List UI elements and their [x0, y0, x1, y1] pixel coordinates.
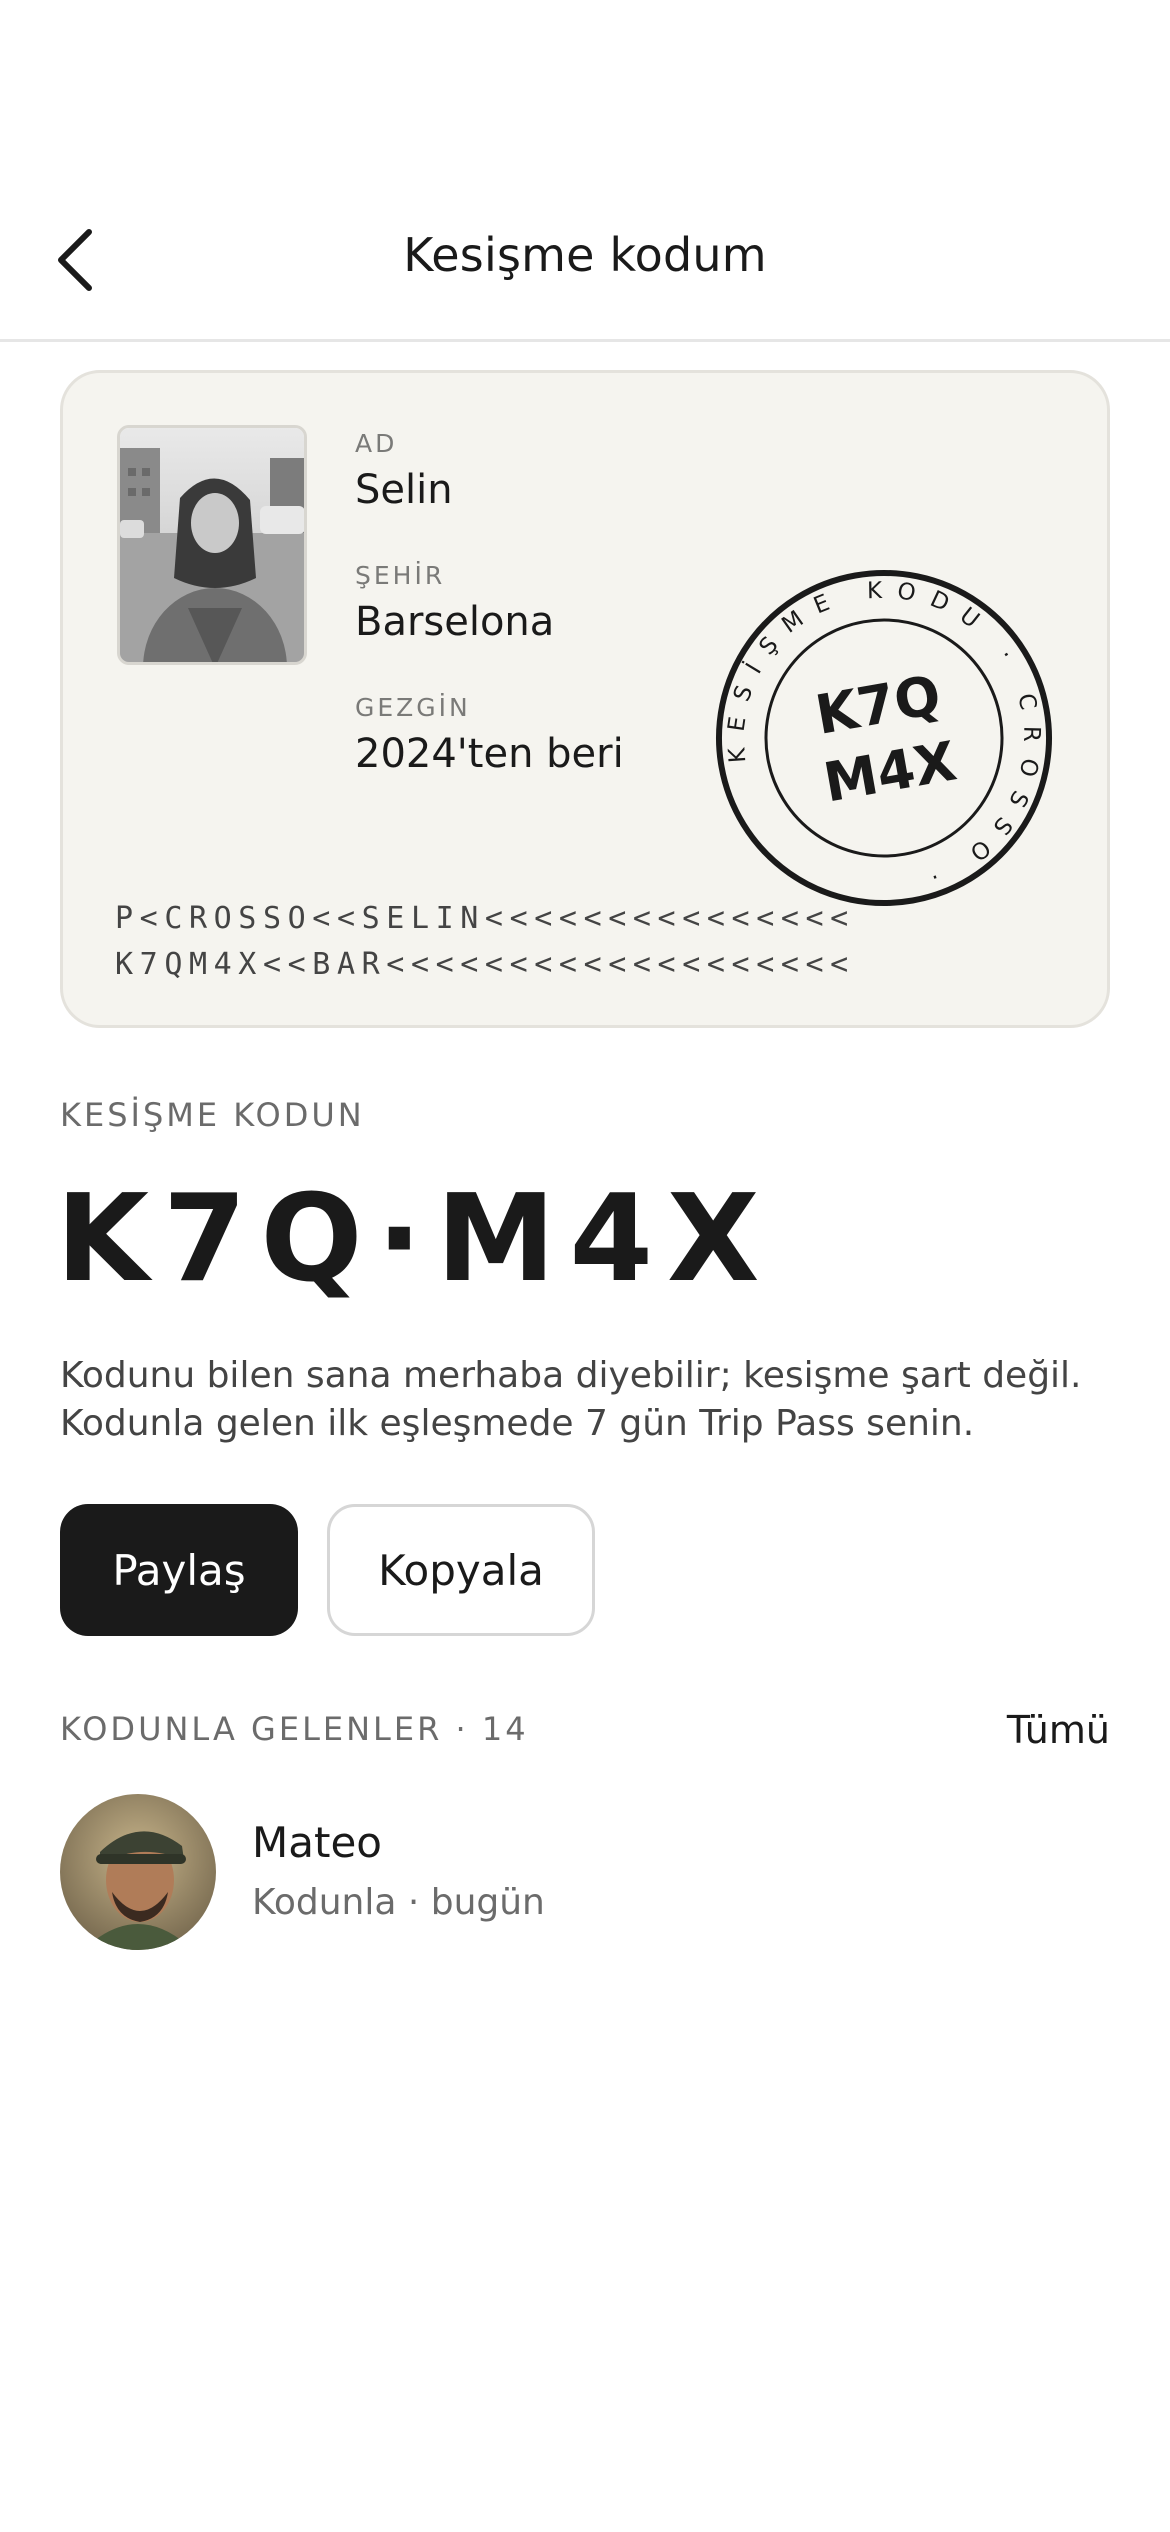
avatar	[60, 1794, 216, 1950]
name-label: AD	[355, 429, 398, 458]
name-value: Selin	[355, 467, 453, 513]
list-item[interactable]: Mateo Kodunla · bugün	[60, 1790, 1110, 1950]
code-description: Kodunu bilen sana merhaba diyebilir; kes…	[60, 1352, 1140, 1448]
code-section-label: KESİŞME KODUN	[60, 1096, 365, 1134]
description-line-1: Kodunu bilen sana merhaba diyebilir; kes…	[60, 1355, 1082, 1396]
code-stamp: KESİŞME KODU · CROSSO · K7Q M4X	[709, 563, 1059, 913]
app-header: Kesişme kodum	[0, 0, 1170, 342]
crossing-code: K7Q·M4X	[56, 1170, 774, 1309]
see-all-link[interactable]: Tümü	[1007, 1708, 1110, 1752]
svg-text:KESİŞME KODU · CROSSO ·: KESİŞME KODU · CROSSO ·	[709, 563, 1059, 913]
copy-button[interactable]: Kopyala	[327, 1504, 595, 1636]
share-button[interactable]: Paylaş	[60, 1504, 298, 1636]
city-label: ŞEHİR	[355, 561, 446, 590]
mrz-line-1: P<CROSSO<<SELIN<<<<<<<<<<<<<<<	[115, 901, 855, 936]
referral-subtitle: Kodunla · bugün	[252, 1882, 545, 1923]
traveler-value: 2024'ten beri	[355, 731, 624, 777]
stamp-ring-text: KESİŞME KODU · CROSSO ·	[709, 563, 1059, 913]
referral-name: Mateo	[252, 1818, 382, 1867]
page-title: Kesişme kodum	[403, 228, 767, 282]
referrals-label: KODUNLA GELENLER · 14	[60, 1710, 529, 1748]
mrz-line-2: K7QM4X<<BAR<<<<<<<<<<<<<<<<<<<	[115, 947, 855, 982]
city-value: Barselona	[355, 599, 555, 645]
profile-photo	[117, 425, 307, 665]
pass-card: AD Selin ŞEHİR Barselona GEZGİN 2024'ten…	[60, 370, 1110, 1028]
traveler-label: GEZGİN	[355, 693, 471, 722]
description-line-2: Kodunla gelen ilk eşleşmede 7 gün Trip P…	[60, 1403, 975, 1444]
